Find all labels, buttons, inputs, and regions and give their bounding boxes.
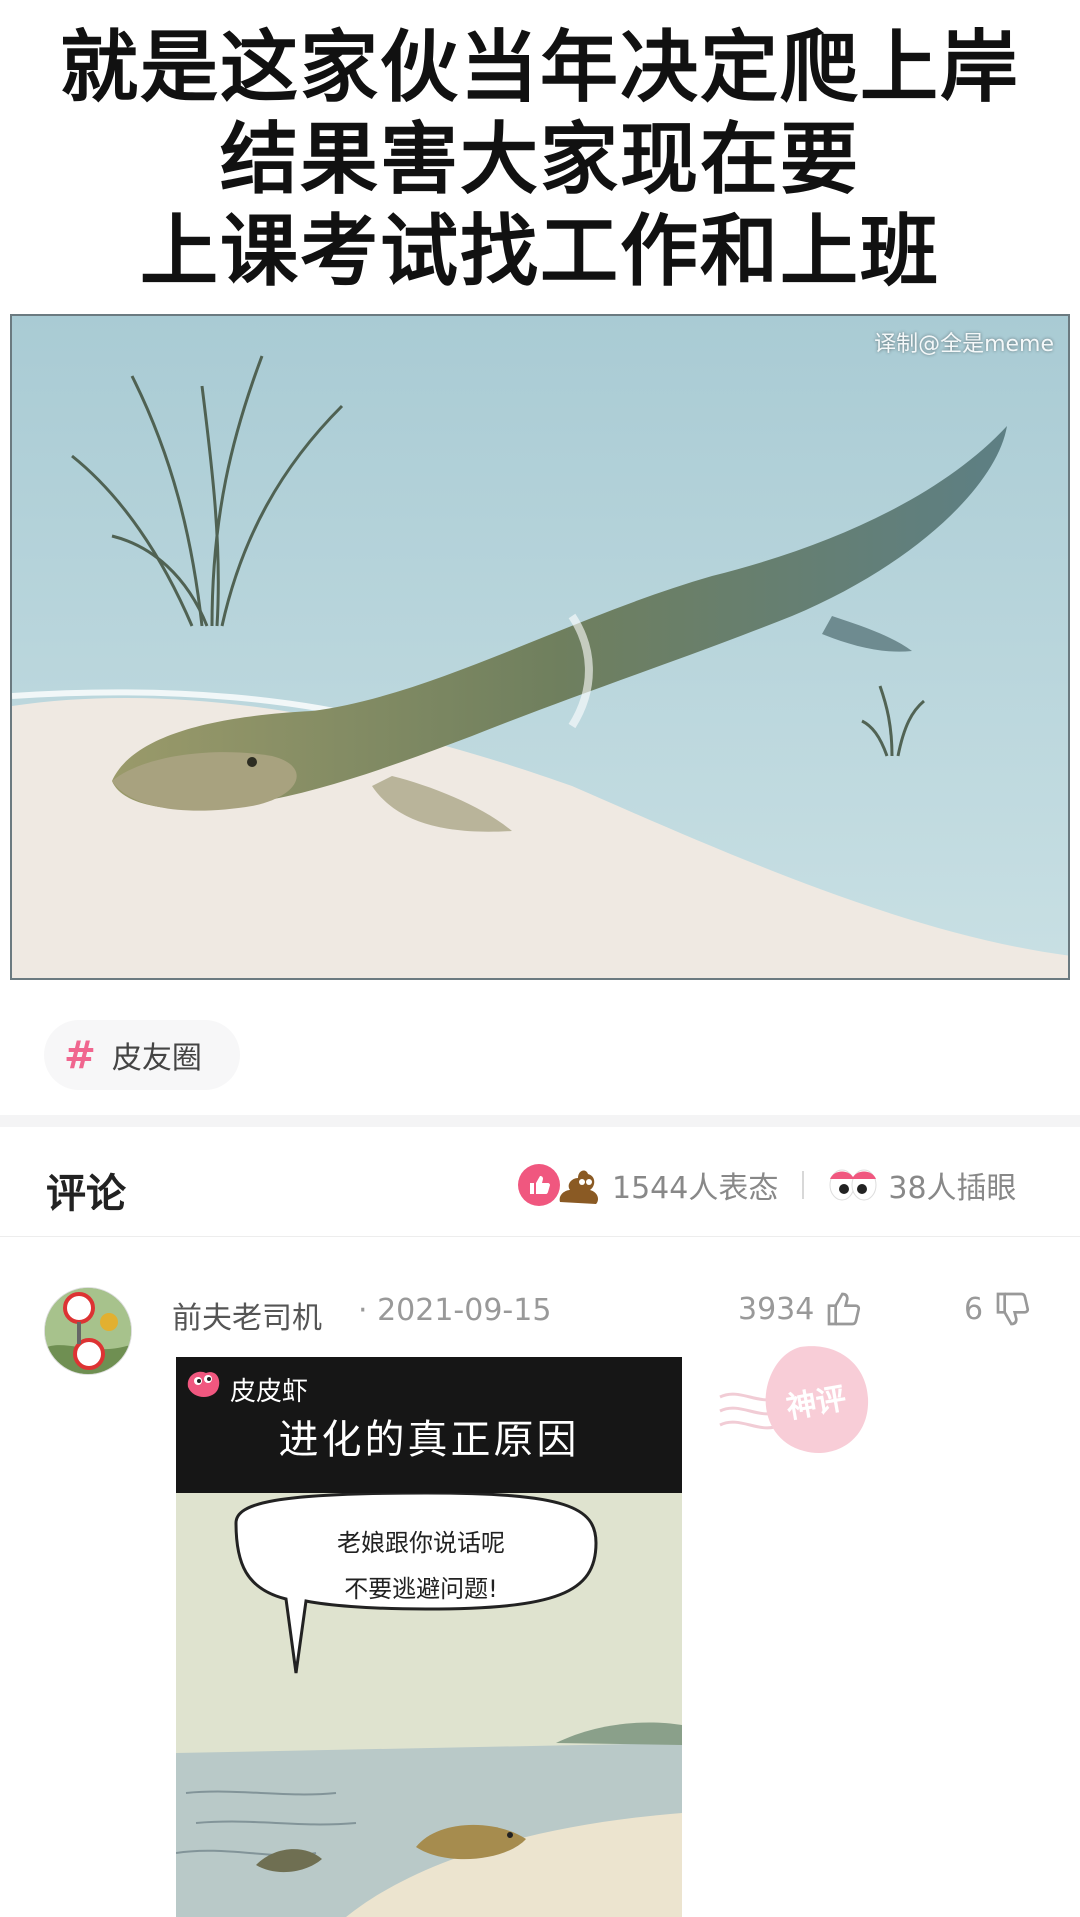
reactions-count: 1544人表态 [612,1171,779,1206]
post-text-line-3: 上课考试找工作和上班 [139,207,940,297]
speech-bubble-line-2: 不要逃避问题! [344,1575,498,1603]
topic-tag[interactable]: # 皮友圈 [44,1020,240,1090]
eyes-icon [828,1167,878,1203]
post-text: 就是这家伙当年决定爬上岸 结果害大家现在要 上课考试找工作和上班 [0,22,1080,298]
comment-comic-image[interactable]: 皮皮虾 进化的真正原因 老娘跟你说话呢 不要逃避问题! [176,1357,682,1917]
dislike-button[interactable]: 6 [964,1289,1033,1329]
comic-header: 皮皮虾 进化的真正原因 [176,1357,682,1493]
reactions-summary[interactable]: 1544人表态 38人插眼 [518,1163,1017,1207]
comic-title: 进化的真正原因 [278,1417,580,1463]
post-text-line-2: 结果害大家现在要 [219,115,860,205]
god-comment-stamp-icon: 神评 [719,1346,869,1454]
post-image[interactable]: 译制@全是meme [10,314,1070,980]
thumbs-up-icon [828,1292,861,1326]
thumbs-up-reaction-icon [518,1164,560,1206]
pipixia-logo-icon [187,1371,220,1397]
poop-reaction-icon [556,1164,602,1206]
like-count: 3934 [738,1291,815,1327]
comic-brand: 皮皮虾 [230,1377,309,1407]
fish-illustration [12,316,1068,978]
hash-icon: # [64,1033,96,1077]
image-watermark: 译制@全是meme [874,332,1054,357]
dislike-count: 6 [964,1291,984,1327]
topic-label: 皮友圈 [111,1041,202,1076]
comment-item: 前夫老司机 · 2021-09-15 3934 6 神评 皮皮虾 进化的真正原因 [0,1237,1080,1917]
section-divider [0,1115,1080,1127]
comment-author[interactable]: 前夫老司机 [172,1293,322,1337]
speech-bubble-line-1: 老娘跟你说话呢 [337,1529,505,1557]
like-button[interactable]: 3934 [738,1289,864,1329]
avatar[interactable] [44,1287,132,1375]
comments-header: 评论 1544人表态 38人插眼 [0,1127,1080,1237]
comments-title: 评论 [46,1171,126,1217]
eyes-count: 38人插眼 [888,1171,1017,1206]
thumbs-down-icon [996,1292,1030,1326]
reactions-separator [802,1171,805,1199]
comment-date: · 2021-09-15 [358,1293,552,1328]
post-text-line-1: 就是这家伙当年决定爬上岸 [59,23,1020,113]
